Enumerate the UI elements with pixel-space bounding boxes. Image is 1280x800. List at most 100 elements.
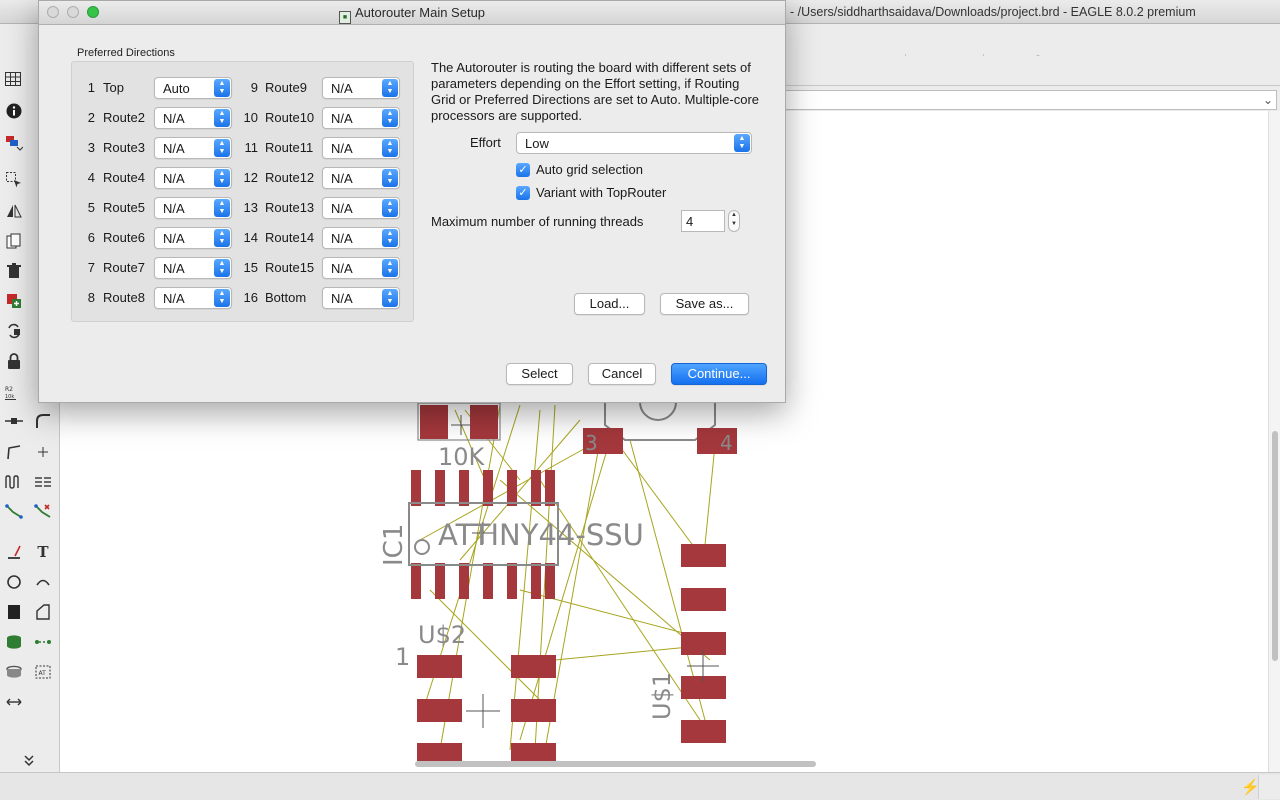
optimize-icon[interactable] xyxy=(3,441,25,463)
ripup-wire-icon[interactable] xyxy=(32,500,54,522)
direction-select-value: N/A xyxy=(331,291,353,306)
select-arrows-icon: ▲ ▼ xyxy=(214,169,230,187)
meander-icon[interactable] xyxy=(3,471,25,493)
direction-select[interactable]: N/A ▲ ▼ xyxy=(322,137,400,159)
lightning-icon[interactable]: ⚡ xyxy=(1241,778,1260,796)
direction-select[interactable]: N/A ▲ ▼ xyxy=(322,107,400,129)
preferred-directions-label: Preferred Directions xyxy=(77,47,175,59)
auto-grid-checkbox-row[interactable]: ✓ Auto grid selection xyxy=(516,162,643,177)
drc-icon[interactable] xyxy=(3,661,25,683)
effort-select[interactable]: Low ▲ ▼ xyxy=(516,132,752,154)
direction-layer-name: Top xyxy=(103,80,124,95)
direction-layer-name: Route11 xyxy=(265,140,314,155)
direction-select[interactable]: N/A ▲ ▼ xyxy=(154,287,232,309)
copy-icon[interactable] xyxy=(3,230,25,252)
direction-number: 13 xyxy=(243,200,258,215)
select-tool-icon[interactable] xyxy=(3,169,25,191)
direction-select[interactable]: N/A ▲ ▼ xyxy=(322,77,400,99)
expand-toolbar-icon[interactable] xyxy=(18,749,40,771)
svg-text:R2: R2 xyxy=(5,386,13,393)
vertical-scrollbar-thumb[interactable] xyxy=(1272,431,1278,661)
smd-pad xyxy=(470,405,498,439)
main-window-title: - /Users/siddharthsaidava/Downloads/proj… xyxy=(790,5,1196,19)
grid-icon[interactable] xyxy=(2,68,24,90)
direction-select[interactable]: N/A ▲ ▼ xyxy=(322,167,400,189)
miter-icon[interactable] xyxy=(32,410,54,432)
u2-name-label: U$2 xyxy=(418,621,466,649)
chevron-down-icon[interactable]: ⌄ xyxy=(1263,93,1273,107)
wire-icon[interactable] xyxy=(3,500,25,522)
cancel-button[interactable]: Cancel xyxy=(588,363,656,385)
threads-value: 4 xyxy=(686,214,694,229)
direction-select[interactable]: N/A ▲ ▼ xyxy=(154,167,232,189)
threads-input[interactable]: 4 xyxy=(681,210,725,232)
direction-select[interactable]: N/A ▲ ▼ xyxy=(154,197,232,219)
direction-select-value: N/A xyxy=(331,141,353,156)
vertical-scrollbar[interactable] xyxy=(1268,111,1280,772)
select-arrows-icon: ▲ ▼ xyxy=(214,259,230,277)
smash-icon[interactable]: R2 10k xyxy=(2,382,24,404)
direction-number: 1 xyxy=(87,80,95,95)
horizontal-scrollbar-thumb[interactable] xyxy=(415,761,816,767)
direction-number: 3 xyxy=(87,140,95,155)
direction-number: 5 xyxy=(87,200,95,215)
select-arrows-icon: ▲ ▼ xyxy=(214,139,230,157)
delete-icon[interactable] xyxy=(3,260,25,282)
load-button[interactable]: Load... xyxy=(574,293,645,315)
add-part-icon[interactable] xyxy=(3,290,25,312)
route-icon[interactable] xyxy=(32,441,54,463)
direction-layer-name: Route12 xyxy=(265,170,315,185)
direction-select[interactable]: N/A ▲ ▼ xyxy=(322,287,400,309)
ratsnest-icon[interactable] xyxy=(3,631,25,653)
lock-icon[interactable] xyxy=(3,350,25,372)
autorouter-description: The Autorouter is routing the board with… xyxy=(431,60,760,123)
select-button[interactable]: Select xyxy=(506,363,573,385)
split-icon[interactable] xyxy=(3,410,25,432)
circle-icon[interactable] xyxy=(3,571,25,593)
select-arrows-icon: ▲ ▼ xyxy=(382,199,398,217)
direction-select[interactable]: N/A ▲ ▼ xyxy=(154,227,232,249)
direction-select[interactable]: Auto ▲ ▼ xyxy=(154,77,232,99)
command-input[interactable]: ⌄ xyxy=(786,90,1277,110)
save-as-button[interactable]: Save as... xyxy=(660,293,749,315)
direction-number: 7 xyxy=(87,260,95,275)
direction-select[interactable]: N/A ▲ ▼ xyxy=(154,137,232,159)
direction-select-value: N/A xyxy=(163,261,185,276)
dimension-icon[interactable] xyxy=(3,691,25,713)
polygon-icon[interactable] xyxy=(32,601,54,623)
autorouter-setup-dialog: ■ Autorouter Main Setup Preferred Directi… xyxy=(38,0,786,403)
layers-icon[interactable] xyxy=(3,132,25,154)
direction-select[interactable]: N/A ▲ ▼ xyxy=(154,107,232,129)
arc-icon[interactable] xyxy=(32,571,54,593)
direction-layer-name: Route15 xyxy=(265,260,315,275)
continue-button[interactable]: Continue... xyxy=(671,363,767,385)
direction-select[interactable]: N/A ▲ ▼ xyxy=(154,257,232,279)
text-icon[interactable]: T xyxy=(32,541,54,563)
variant-checkbox-row[interactable]: ✓ Variant with TopRouter xyxy=(516,185,666,200)
direction-number: 2 xyxy=(87,110,95,125)
effort-label: Effort xyxy=(470,135,501,150)
info-icon[interactable] xyxy=(3,100,25,122)
variant-checkbox[interactable]: ✓ xyxy=(516,185,530,200)
smd-pad xyxy=(420,405,448,439)
dialog-title: Autorouter Main Setup xyxy=(354,5,486,20)
replace-icon[interactable] xyxy=(3,320,25,342)
u1-name-label: U$1 xyxy=(648,672,676,720)
threads-stepper[interactable]: ▲ ▼ xyxy=(728,210,740,232)
direction-select[interactable]: N/A ▲ ▼ xyxy=(322,257,400,279)
direction-select[interactable]: N/A ▲ ▼ xyxy=(322,227,400,249)
autorouter-icon[interactable]: AT xyxy=(32,661,54,683)
direction-layer-name: Route5 xyxy=(103,200,145,215)
direction-number: 15 xyxy=(243,260,258,275)
mirror-icon[interactable] xyxy=(3,200,25,222)
line-icon[interactable] xyxy=(3,541,25,563)
direction-number: 10 xyxy=(243,110,258,125)
direction-number: 6 xyxy=(87,230,95,245)
direction-select-value: N/A xyxy=(163,201,185,216)
signal-icon[interactable] xyxy=(32,631,54,653)
rectangle-icon[interactable] xyxy=(3,601,25,623)
auto-grid-checkbox[interactable]: ✓ xyxy=(516,162,530,177)
select-arrows-icon: ▲ ▼ xyxy=(382,139,398,157)
ripup-icon[interactable] xyxy=(32,471,54,493)
direction-select[interactable]: N/A ▲ ▼ xyxy=(322,197,400,219)
